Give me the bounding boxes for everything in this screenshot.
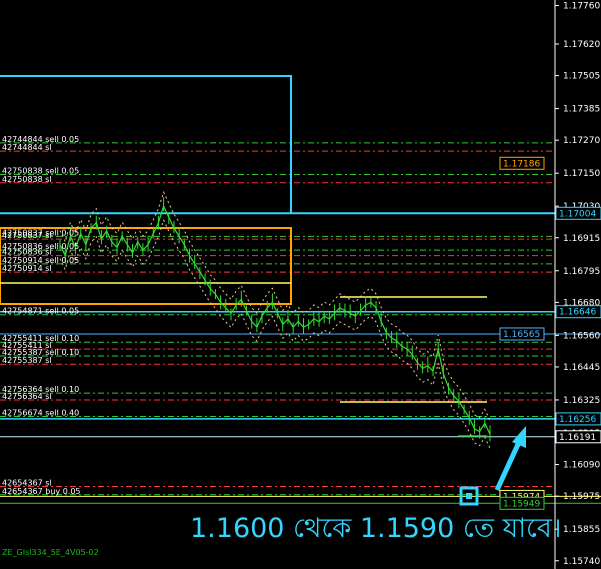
price-box-label: 1.16646 [559, 308, 596, 318]
axis-tick-label: 1.17150 [563, 169, 600, 179]
order-label: 42756364 sl [2, 392, 52, 401]
order-label: 42750837 sl [2, 231, 52, 240]
axis-tick-label: 1.17760 [563, 1, 600, 11]
order-label: 42750914 sl [2, 264, 52, 273]
price-chart[interactable]: 42744844 sell 0.0542744844 sl42750838 se… [0, 0, 601, 569]
order-label: 42654367 buy 0.05 [2, 487, 81, 496]
axis-tick-label: 1.15740 [563, 557, 600, 567]
envelope-band [59, 190, 491, 421]
order-label: 42755387 sl [2, 356, 52, 365]
chart-window[interactable]: 42744844 sell 0.05 42744844 sl 42750838 se… [0, 0, 601, 569]
square-marker-center [466, 493, 472, 499]
axis-tick-label: 1.17385 [563, 105, 600, 115]
order-labels: 42744844 sell 0.0542744844 sl42750838 se… [2, 135, 81, 496]
price-box-label: 1.16191 [559, 433, 596, 443]
axis-tick-label: 1.16915 [563, 234, 600, 244]
axis-tick-label: 1.17620 [563, 40, 600, 50]
axis-tick-label: 1.16445 [563, 363, 600, 373]
annotation-text: 1.1600 থেকে 1.1590 তে যাবে। [190, 513, 562, 544]
price-series [59, 190, 491, 449]
axis-tick-label: 1.17505 [563, 72, 600, 82]
price-box-label: 1.16256 [559, 415, 596, 425]
axis-tick-label: 1.15975 [563, 492, 600, 502]
price-box-label: 1.16565 [503, 330, 540, 340]
axis-tick-label: 1.17270 [563, 136, 600, 146]
axis-tick-label: 1.16560 [563, 331, 600, 341]
arrow-shaft [494, 438, 523, 492]
order-label: 42754871 sell 0.05 [2, 307, 79, 316]
axis-tick-label: 1.16795 [563, 267, 600, 277]
order-label: 42756674 sell 0.40 [2, 408, 79, 417]
symbol-label: ZE_GIsl334_5E_4V05-02 [2, 548, 99, 557]
axis-tick-label: 1.16090 [563, 461, 600, 471]
order-label: 42750838 sl [2, 175, 52, 184]
axis-tick-label: 1.16325 [563, 396, 600, 406]
price-box-label: 1.17004 [559, 209, 596, 219]
price-box-label: 1.17186 [503, 159, 540, 169]
axis-tick-label: 1.15855 [563, 525, 600, 535]
price-axis: 1.17760 1.17620 1.17505 1.17385 1.17270 1.171… [499, 0, 601, 569]
order-label: 42744844 sl [2, 143, 52, 152]
